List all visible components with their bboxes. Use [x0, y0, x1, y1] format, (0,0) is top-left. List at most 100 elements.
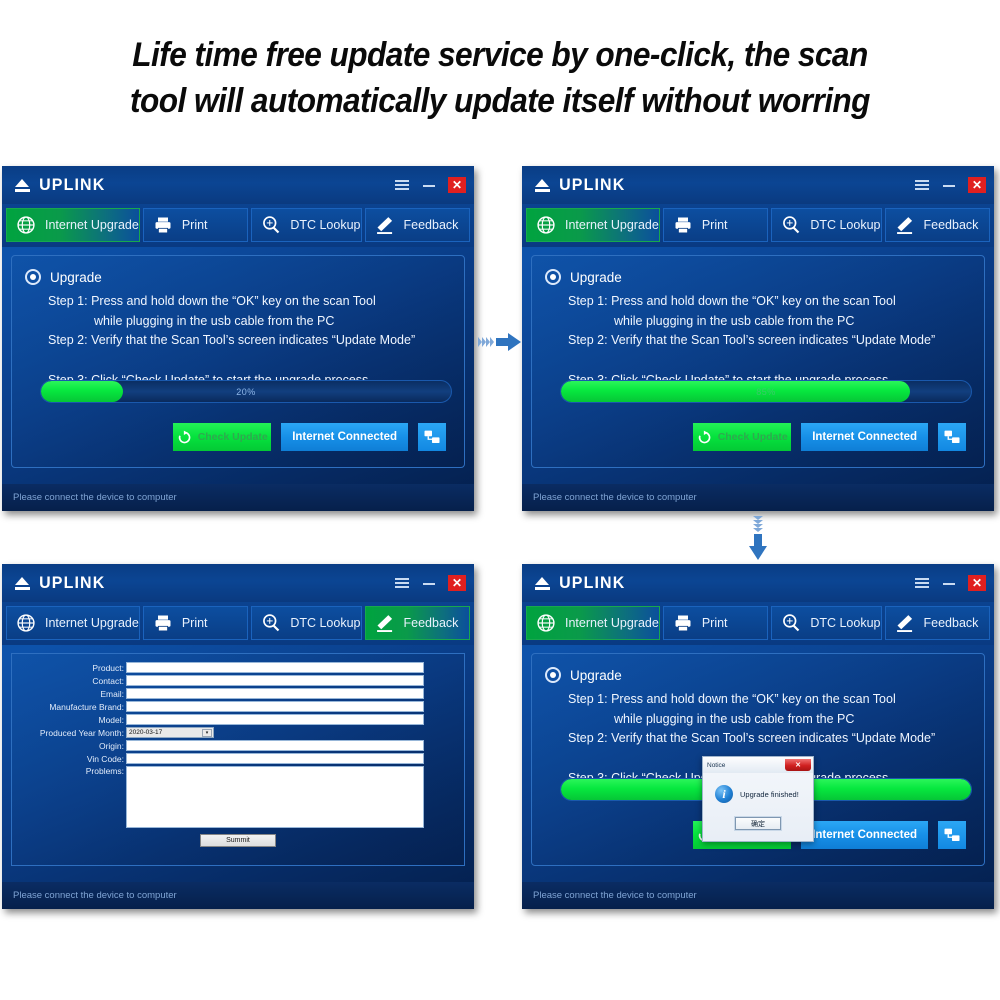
hamburger-menu-icon[interactable]: [914, 177, 930, 193]
step-1-cont: while plugging in the usb cable from the…: [94, 313, 335, 328]
page-title: Life time free update service by one-cli…: [35, 32, 965, 124]
toolbar-item-print[interactable]: Print: [142, 208, 249, 242]
toolbar-item-feedback[interactable]: Feedback: [884, 208, 990, 242]
step-1: Step 1: Press and hold down the “OK” key…: [568, 294, 896, 308]
upgrade-label: Upgrade: [50, 269, 102, 285]
network-button[interactable]: [418, 423, 446, 451]
radio-icon[interactable]: [545, 269, 561, 285]
globe-icon: [17, 614, 35, 632]
close-button[interactable]: ✕: [968, 575, 986, 591]
dialog-message: Upgrade finished!: [740, 789, 799, 799]
field-label: Email:: [100, 688, 124, 699]
globe-icon: [537, 614, 555, 632]
brand-label: UPLINK: [559, 175, 626, 194]
minimize-button[interactable]: [421, 575, 437, 591]
internet-connected-button[interactable]: Internet Connected: [801, 423, 928, 451]
network-button[interactable]: [938, 821, 966, 849]
action-row: Check Update Internet Connected: [693, 423, 966, 451]
select-value: 2020-03-17: [129, 729, 163, 736]
toolbar-item-print[interactable]: Print: [662, 606, 769, 640]
chevron-down-icon[interactable]: ▾: [202, 729, 212, 737]
minimize-button[interactable]: [941, 177, 957, 193]
brand: UPLINK: [522, 175, 627, 195]
toolbar-item-internet-upgrade[interactable]: Internet Upgrade: [526, 208, 660, 242]
notice-dialog: Notice ✕ i Upgrade finished! 确定: [702, 756, 814, 842]
toolbar-item-feedback[interactable]: Feedback: [364, 606, 470, 640]
app-window-feedback: UPLINK ✕ Internet Upgrade Print DTC Look…: [2, 564, 474, 909]
field-label: Problems:: [85, 766, 124, 776]
toolbar-item-print[interactable]: Print: [142, 606, 249, 640]
toolbar-item-dtc-lookup[interactable]: DTC Lookup: [771, 208, 882, 242]
toolbar-item-dtc-lookup[interactable]: DTC Lookup: [251, 208, 362, 242]
toolbar-label: Print: [181, 616, 208, 630]
eject-logo-icon: [15, 178, 30, 192]
toolbar-label: Print: [701, 616, 728, 630]
radio-icon[interactable]: [545, 667, 561, 683]
close-button[interactable]: ✕: [448, 575, 466, 591]
field-label: Model:: [98, 714, 124, 725]
info-icon: i: [715, 785, 733, 803]
check-update-button[interactable]: Check Update: [173, 423, 272, 451]
upgrade-label: Upgrade: [570, 667, 622, 683]
step-1-cont: while plugging in the usb cable from the…: [614, 711, 855, 726]
toolbar-item-internet-upgrade[interactable]: Internet Upgrade: [6, 606, 140, 640]
action-row: Check Update Internet Connected: [173, 423, 446, 451]
brand-label: UPLINK: [39, 175, 106, 194]
radio-icon[interactable]: [25, 269, 41, 285]
manufacture-brand-field[interactable]: [126, 701, 424, 712]
upgrade-section-header: Upgrade: [532, 256, 984, 285]
toolbar-item-dtc-lookup[interactable]: DTC Lookup: [771, 606, 882, 640]
form-row-manufacture-brand: Manufacture Brand:: [12, 701, 464, 712]
submit-button[interactable]: Summit: [200, 834, 276, 847]
problems-textarea[interactable]: [126, 766, 424, 828]
toolbar-label: Feedback: [403, 218, 459, 232]
product-field[interactable]: [126, 662, 424, 673]
hamburger-menu-icon[interactable]: [394, 177, 410, 193]
internet-connected-label: Internet Connected: [292, 431, 397, 443]
origin-field[interactable]: [126, 740, 424, 751]
feedback-form: Product: Contact: Email: Manufacture Bra…: [11, 653, 465, 866]
step-2: Step 2: Verify that the Scan Tool’s scre…: [48, 333, 416, 347]
hamburger-menu-icon[interactable]: [914, 575, 930, 591]
close-button[interactable]: ✕: [968, 177, 986, 193]
toolbar-label: Internet Upgrade: [45, 616, 139, 630]
printer-icon: [155, 217, 171, 234]
toolbar-item-internet-upgrade[interactable]: Internet Upgrade: [526, 606, 660, 640]
toolbar-item-internet-upgrade[interactable]: Internet Upgrade: [6, 208, 140, 242]
internet-connected-button[interactable]: Internet Connected: [801, 821, 928, 849]
status-bar: Please connect the device to computer: [522, 484, 994, 511]
produced-year-month-select[interactable]: 2020-03-17 ▾: [126, 727, 214, 738]
minimize-button[interactable]: [941, 575, 957, 591]
upgrade-steps: Step 1: Press and hold down the “OK” key…: [12, 285, 464, 390]
printer-icon: [675, 217, 691, 234]
toolbar-item-feedback[interactable]: Feedback: [884, 606, 990, 640]
upgrade-panel: Upgrade Step 1: Press and hold down the …: [11, 255, 465, 468]
email-field[interactable]: [126, 688, 424, 699]
toolbar-item-dtc-lookup[interactable]: DTC Lookup: [251, 606, 362, 640]
toolbar-label: Print: [181, 218, 208, 232]
globe-icon: [537, 216, 555, 234]
vin-code-field[interactable]: [126, 753, 424, 764]
dialog-titlebar: Notice ✕: [703, 757, 813, 773]
model-field[interactable]: [126, 714, 424, 725]
titlebar: UPLINK ✕: [522, 166, 994, 204]
pencil-icon: [896, 615, 912, 632]
minimize-button[interactable]: [421, 177, 437, 193]
contact-field[interactable]: [126, 675, 424, 686]
close-button[interactable]: ✕: [448, 177, 466, 193]
toolbar-item-feedback[interactable]: Feedback: [364, 208, 470, 242]
network-monitors-icon: [944, 828, 960, 841]
dialog-ok-button[interactable]: 确定: [734, 816, 782, 831]
network-button[interactable]: [938, 423, 966, 451]
eject-logo-icon: [535, 178, 550, 192]
hamburger-menu-icon[interactable]: [394, 575, 410, 591]
internet-connected-button[interactable]: Internet Connected: [281, 423, 408, 451]
toolbar: Internet Upgrade Print DTC Lookup Feedba…: [522, 602, 994, 645]
toolbar-item-print[interactable]: Print: [662, 208, 769, 242]
brand: UPLINK: [2, 573, 107, 593]
dialog-close-button[interactable]: ✕: [785, 759, 811, 771]
brand: UPLINK: [2, 175, 107, 195]
toolbar-label: DTC Lookup: [810, 616, 881, 630]
check-update-button[interactable]: Check Update: [693, 423, 792, 451]
toolbar-label: DTC Lookup: [290, 616, 361, 630]
